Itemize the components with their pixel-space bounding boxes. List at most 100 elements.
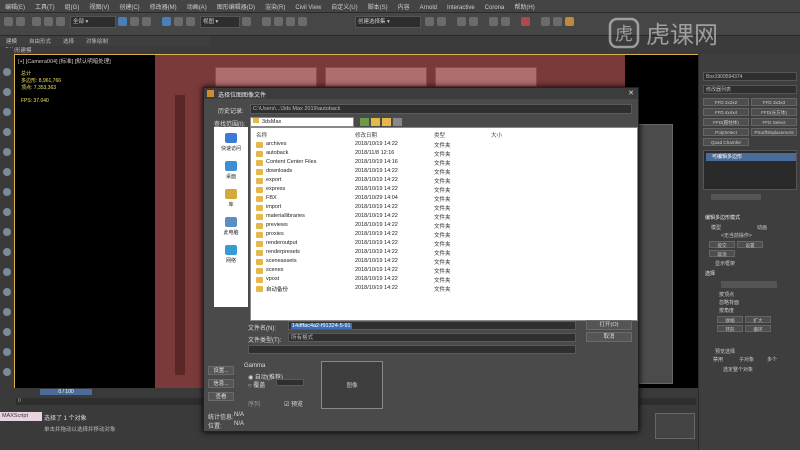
tool-icon[interactable] [3, 188, 11, 196]
library-item[interactable]: 库 [218, 189, 244, 208]
object-name-field[interactable]: Box1909594374 [703, 72, 797, 81]
scene-explorer-icon[interactable] [469, 17, 478, 26]
preview-multi-radio[interactable]: 多个 [767, 356, 777, 363]
tool-icon[interactable] [3, 128, 11, 136]
menu-item[interactable]: 编辑(E) [0, 0, 30, 11]
render-setup-icon[interactable] [541, 17, 550, 26]
anim-radio[interactable]: 动画 [757, 224, 767, 231]
bind-icon[interactable] [56, 17, 65, 26]
link-icon[interactable] [32, 17, 41, 26]
section-selection[interactable]: 选择 [705, 270, 715, 277]
commit-button[interactable]: 提交 [709, 241, 735, 248]
quick-access-item[interactable]: 快速访问 [218, 133, 244, 152]
curve-editor-icon[interactable] [489, 17, 498, 26]
modifier-button[interactable]: PSurfDisplacement [751, 128, 797, 136]
cancel-button[interactable]: 取消 [586, 332, 632, 342]
file-row[interactable]: import 2018/10/19 14:22 文件夹 [251, 204, 637, 213]
settings-button[interactable]: 设置 [737, 241, 763, 248]
menu-item[interactable]: 修改器(M) [145, 0, 182, 11]
render-teapot-icon[interactable] [565, 17, 574, 26]
render-frame-icon[interactable] [553, 17, 562, 26]
modifier-button[interactable]: FFD(圆柱体) [703, 118, 749, 126]
file-row[interactable]: FBX 2018/10/29 14:04 文件夹 [251, 195, 637, 204]
file-row[interactable]: downloads 2018/10/19 14:22 文件夹 [251, 168, 637, 177]
setup-button[interactable]: 设置... [208, 366, 234, 375]
tool-icon[interactable] [3, 228, 11, 236]
scale-icon[interactable] [186, 17, 195, 26]
file-row[interactable]: 自动备份 2018/10/19 14:22 文件夹 [251, 285, 637, 294]
back-icon[interactable] [360, 118, 369, 126]
ring-button[interactable]: 环形 [717, 325, 743, 332]
tool-icon[interactable] [3, 348, 11, 356]
tool-icon[interactable] [3, 308, 11, 316]
menu-item[interactable]: 内容 [393, 0, 415, 11]
menu-item[interactable]: Corona [480, 3, 510, 11]
modifier-button[interactable]: FFD Select [751, 118, 797, 126]
angle-snap-icon[interactable] [274, 17, 283, 26]
select-icon[interactable] [118, 17, 127, 26]
by-angle-check[interactable]: 按角度 [719, 307, 734, 314]
stack-item[interactable]: 可编辑多边形 [706, 153, 796, 161]
file-row[interactable]: sceneassets 2018/10/19 14:22 文件夹 [251, 258, 637, 267]
menu-item[interactable]: Interactive [442, 3, 480, 11]
preview-off-radio[interactable]: 禁用 [713, 356, 723, 363]
loop-button[interactable]: 循环 [745, 325, 771, 332]
file-row[interactable]: scenes 2018/10/19 14:22 文件夹 [251, 267, 637, 276]
section-edit-mode[interactable]: 编辑多边形模式 [705, 214, 740, 221]
pivot-icon[interactable] [242, 17, 251, 26]
show-cage-check[interactable]: 显示框架 [715, 260, 735, 267]
desktop-item[interactable]: 桌面 [218, 161, 244, 180]
new-folder-icon[interactable] [382, 118, 391, 126]
file-row[interactable]: express 2018/10/19 14:22 文件夹 [251, 186, 637, 195]
ribbon-tab[interactable]: 选择 [57, 36, 80, 46]
info-button[interactable]: 信息... [208, 379, 234, 388]
spinner-snap-icon[interactable] [298, 17, 307, 26]
tool-icon[interactable] [3, 368, 11, 376]
ignore-back-check[interactable]: 忽略背面 [719, 299, 739, 306]
menu-item[interactable]: 脚本(S) [363, 0, 393, 11]
undo-icon[interactable] [4, 17, 13, 26]
gamma-value[interactable] [276, 379, 304, 386]
menu-item[interactable]: 工具(T) [30, 0, 60, 11]
preview-check[interactable]: ☑ 预览 [284, 399, 303, 408]
select-by-name-icon[interactable] [130, 17, 139, 26]
modifier-button[interactable]: FFD 3x3x3 [751, 98, 797, 106]
menu-item[interactable]: 图形编辑器(D) [212, 0, 260, 11]
file-row[interactable]: vpost 2018/10/19 14:22 文件夹 [251, 276, 637, 285]
modifier-button[interactable]: FFD 2x2x2 [703, 98, 749, 106]
file-row[interactable]: Content Center Files 2018/10/19 14:16 文件夹 [251, 159, 637, 168]
tool-icon[interactable] [3, 68, 11, 76]
menu-item[interactable]: 动画(A) [182, 0, 212, 11]
menu-item[interactable]: 组(G) [60, 0, 85, 11]
up-folder-icon[interactable] [371, 118, 380, 126]
file-row[interactable]: renderpresets 2018/10/19 14:22 文件夹 [251, 249, 637, 258]
dialog-titlebar[interactable]: 选择位图图像文件 ✕ [204, 88, 638, 99]
file-row[interactable]: materiallibraries 2018/10/19 14:22 文件夹 [251, 213, 637, 222]
file-row[interactable]: export 2018/10/19 14:22 文件夹 [251, 177, 637, 186]
filename-input[interactable]: 14dffac4a2-f91324-5-91 [288, 321, 576, 330]
sequence-check[interactable]: 序列 [248, 399, 260, 408]
selection-filter[interactable]: 全部 ▾ [70, 16, 116, 28]
history-combo[interactable]: C:\Users\...\3ds Max 2019\autoback [250, 104, 632, 114]
lookin-combo[interactable]: 3dsMax [250, 117, 354, 127]
file-list[interactable]: 名称 修改日期 类型 大小 archives 2018/10/19 14:22 文件… [250, 127, 638, 321]
menu-item[interactable]: 自定义(U) [326, 0, 362, 11]
shrink-button[interactable]: 收缩 [717, 316, 743, 323]
modifier-button[interactable]: FFD 4x4x4 [703, 108, 749, 116]
ribbon-tab[interactable]: 自由形式 [23, 36, 57, 46]
file-row[interactable]: previews 2018/10/19 14:22 文件夹 [251, 222, 637, 231]
frame-slider[interactable]: 0 / 100 [40, 389, 92, 395]
modifier-list[interactable]: 修改器列表 [703, 85, 797, 94]
view-menu-icon[interactable] [393, 118, 402, 126]
ribbon-tab[interactable]: 建模 [0, 36, 23, 46]
material-editor-icon[interactable] [521, 17, 530, 26]
col-date[interactable]: 修改日期 [355, 131, 377, 139]
network-item[interactable]: 网络 [218, 245, 244, 264]
col-size[interactable]: 大小 [491, 131, 502, 139]
rect-select-icon[interactable] [142, 17, 151, 26]
tool-icon[interactable] [3, 328, 11, 336]
maxscript-listener[interactable]: MAXScript [0, 412, 42, 421]
move-icon[interactable] [162, 17, 171, 26]
modifier-button[interactable]: Quad Chamfer [703, 138, 749, 146]
file-row[interactable]: renderoutput 2018/10/19 14:22 文件夹 [251, 240, 637, 249]
